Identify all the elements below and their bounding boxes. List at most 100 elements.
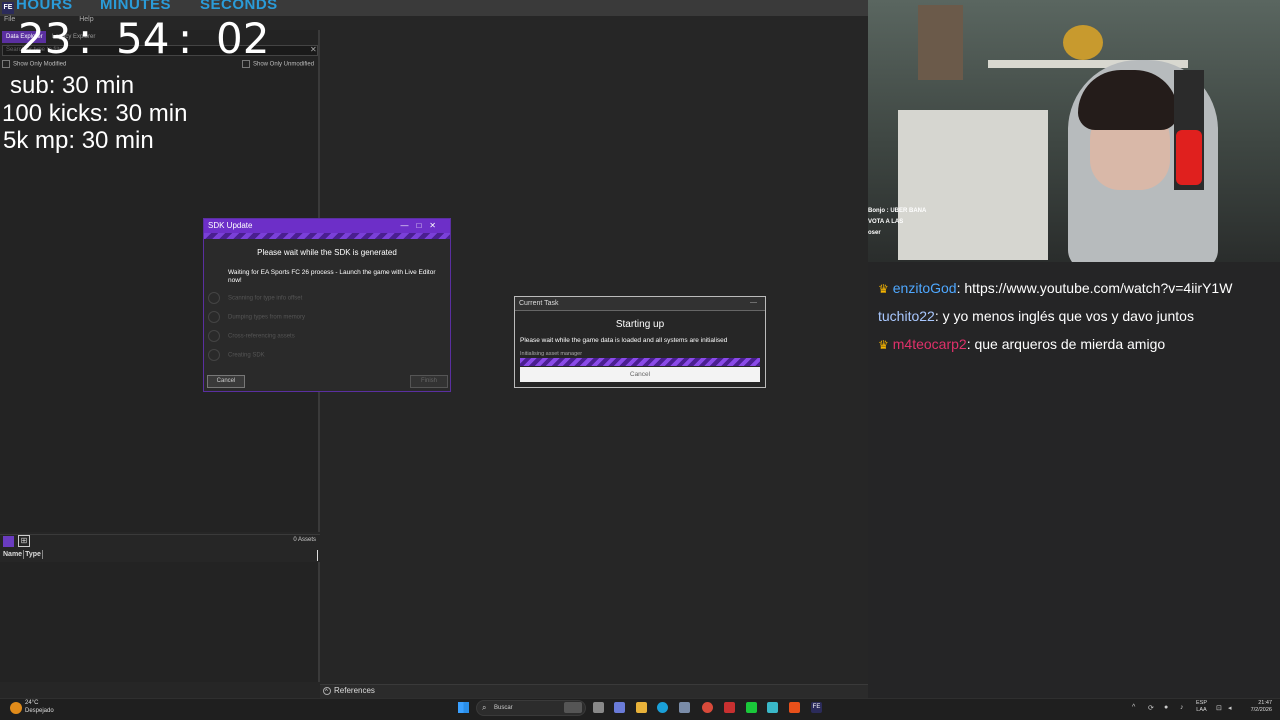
- file-explorer-icon[interactable]: [636, 702, 647, 713]
- timer-minutes: 54: [116, 14, 170, 63]
- weather-icon[interactable]: [10, 702, 22, 714]
- language-indicator[interactable]: ESP LAA: [1196, 700, 1207, 714]
- column-type[interactable]: Type: [25, 551, 41, 558]
- chat-message: tuchito22: y yo menos inglés que vos y d…: [878, 308, 1194, 324]
- asset-column-headers: Name Type: [0, 550, 318, 561]
- menu-file[interactable]: File: [4, 16, 15, 23]
- clock-time: 21:47: [1258, 700, 1272, 706]
- timer-hours: 23: [18, 14, 72, 63]
- sdk-cancel-button[interactable]: Cancel: [207, 375, 245, 388]
- overlay-kicks-goal: 100 kicks: 30 min: [2, 100, 188, 127]
- webcam-feed: Bonjo : UBER BANA VOTA A LAS oser: [868, 0, 1280, 262]
- timer-sep-2: :: [178, 14, 193, 63]
- current-task-dialog: Current Task — Starting up Please wait w…: [514, 296, 766, 388]
- checkbox-icon[interactable]: [2, 60, 10, 68]
- task-text: Please wait while the game data is loade…: [520, 337, 728, 344]
- assets-list: [0, 562, 320, 682]
- tray-icon[interactable]: ●: [1164, 704, 1168, 711]
- task-dialog-title: Current Task: [515, 297, 765, 311]
- chat-text: : que arqueros de mierda amigo: [966, 336, 1166, 352]
- webcam-hat: [1063, 25, 1103, 60]
- lang-line: LAA: [1196, 707, 1207, 713]
- lang-line: ESP: [1196, 700, 1208, 706]
- caption-line: oser: [868, 230, 881, 236]
- calculator-icon[interactable]: [679, 702, 690, 713]
- webcam-caption: Bonjo : UBER BANA VOTA A LAS oser: [868, 206, 926, 239]
- sdk-step: Scanning for type info offset: [208, 292, 302, 305]
- fe-app-icon[interactable]: FE: [811, 702, 822, 713]
- caption-line: Bonjo : UBER BANA: [868, 208, 927, 214]
- references-label: References: [334, 686, 375, 695]
- close-icon[interactable]: ✕: [429, 221, 444, 230]
- close-icon[interactable]: ✕: [310, 45, 317, 54]
- step-pending-icon: [208, 292, 220, 304]
- copilot-icon[interactable]: [614, 702, 625, 713]
- timer-label-minutes: MINUTES: [100, 0, 171, 13]
- task-cancel-button[interactable]: Cancel: [520, 367, 760, 382]
- widget-icon[interactable]: [564, 702, 582, 713]
- app-logo-icon: FE: [2, 2, 14, 14]
- window-controls: —□✕: [400, 219, 444, 233]
- sdk-step-label: Scanning for type info offset: [228, 295, 303, 302]
- chat-text: : y yo menos inglés que vos y davo junto…: [934, 308, 1194, 324]
- sdk-step-label: Creating SDK: [228, 352, 265, 359]
- task-view-icon[interactable]: [593, 702, 604, 713]
- step-pending-icon: [208, 349, 220, 361]
- volume-icon[interactable]: ◂: [1228, 704, 1232, 712]
- timer-sep-1: :: [78, 14, 93, 63]
- column-name[interactable]: Name: [3, 551, 22, 558]
- minimize-icon[interactable]: —: [400, 221, 416, 230]
- crown-icon: ♛: [878, 338, 889, 352]
- progress-stripe: [204, 233, 450, 239]
- app-icon[interactable]: [724, 702, 735, 713]
- expand-icon[interactable]: [323, 686, 331, 695]
- chat-username[interactable]: tuchito22: [878, 308, 935, 324]
- clock[interactable]: 21:47 7/2/2026: [1240, 700, 1272, 714]
- chat-message: ♛ enzitoGod: https://www.youtube.com/watc…: [878, 280, 1232, 296]
- task-status: Initialising asset manager: [520, 351, 583, 357]
- app-icon[interactable]: [702, 702, 713, 713]
- tray-expand-icon[interactable]: ^: [1132, 704, 1135, 711]
- maximize-icon[interactable]: □: [416, 221, 429, 230]
- sdk-waiting-text: Waiting for EA Sports FC 26 process - La…: [228, 269, 436, 284]
- mic-tray-icon[interactable]: ♪: [1180, 704, 1184, 711]
- list-view-icon[interactable]: [3, 536, 14, 547]
- microphone-light: [1176, 130, 1202, 185]
- app-icon[interactable]: [746, 702, 757, 713]
- sdk-step: Creating SDK: [208, 349, 265, 362]
- sdk-step-label: Cross-referencing assets: [228, 333, 295, 340]
- timer-seconds: 02: [216, 14, 270, 63]
- task-progress-bar: [520, 358, 760, 366]
- overlay-sub-goal: sub: 30 min: [10, 72, 135, 99]
- crown-icon: ♛: [878, 282, 889, 296]
- network-icon[interactable]: ⊡: [1216, 704, 1222, 712]
- step-pending-icon: [208, 330, 220, 342]
- sdk-step-label: Dumping types from memory: [228, 314, 306, 321]
- search-icon: ⌕: [482, 703, 487, 712]
- step-pending-icon: [208, 311, 220, 323]
- grid-view-icon[interactable]: ⊞: [18, 535, 30, 547]
- edge-icon[interactable]: [657, 702, 668, 713]
- task-heading: Starting up: [615, 319, 665, 330]
- tray-icon[interactable]: ⟳: [1148, 704, 1154, 712]
- sdk-finish-button[interactable]: Finish: [410, 375, 448, 388]
- webcam-poster: [918, 5, 963, 80]
- app-icon[interactable]: [767, 702, 778, 713]
- stream-chat: ♛ enzitoGod: https://www.youtube.com/watc…: [868, 262, 1280, 382]
- weather-temp: 24°C: [25, 700, 39, 706]
- sdk-step: Cross-referencing assets: [208, 330, 295, 343]
- start-button-icon[interactable]: [458, 702, 469, 713]
- clock-date: 7/2/2026: [1250, 707, 1272, 713]
- chat-text: : https://www.youtube.com/watch?v=4iirY1…: [956, 280, 1233, 296]
- chat-username[interactable]: enzitoGod: [893, 280, 957, 296]
- weather-desc: Despejado: [25, 708, 54, 714]
- brave-icon[interactable]: [789, 702, 800, 713]
- sdk-heading: Please wait while the SDK is generated: [257, 248, 397, 257]
- sdk-update-dialog: SDK Update —□✕ Please wait while the SDK…: [203, 218, 451, 392]
- chat-username[interactable]: m4teocarp2: [893, 336, 967, 352]
- references-bar[interactable]: References: [320, 684, 868, 698]
- sdk-step: Dumping types from memory: [208, 311, 305, 324]
- minimize-icon[interactable]: —: [750, 297, 757, 309]
- timer-label-hours: HOURS: [16, 0, 73, 13]
- asset-count: 0 Assets: [293, 537, 316, 543]
